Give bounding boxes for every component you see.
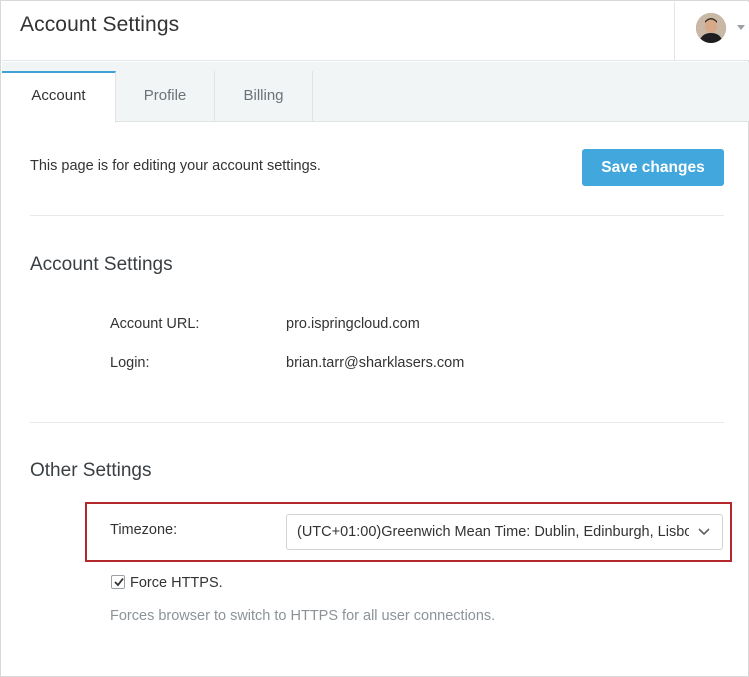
- login-label: Login:: [110, 355, 150, 371]
- login-value: brian.tarr@sharklasers.com: [286, 355, 465, 371]
- timezone-selected-value: (UTC+01:00)Greenwich Mean Time: Dublin, …: [297, 524, 689, 540]
- user-menu[interactable]: [674, 2, 749, 61]
- check-icon: [114, 577, 124, 587]
- timezone-label: Timezone:: [110, 522, 178, 538]
- force-https-label[interactable]: Force HTTPS.: [130, 575, 223, 591]
- avatar[interactable]: [696, 13, 726, 43]
- divider: [30, 215, 724, 216]
- timezone-select[interactable]: (UTC+01:00)Greenwich Mean Time: Dublin, …: [286, 514, 723, 550]
- account-url-value: pro.ispringcloud.com: [286, 316, 420, 332]
- tab-account[interactable]: Account: [2, 71, 116, 123]
- intro-text: This page is for editing your account se…: [30, 158, 321, 174]
- force-https-checkbox[interactable]: [111, 575, 125, 589]
- save-changes-button[interactable]: Save changes: [582, 149, 724, 186]
- tab-bar: Account Profile Billing: [2, 62, 749, 123]
- page-title: Account Settings: [20, 13, 180, 36]
- chevron-down-icon: [698, 528, 710, 536]
- account-url-label: Account URL:: [110, 316, 200, 332]
- force-https-help: Forces browser to switch to HTTPS for al…: [110, 608, 496, 624]
- tab-billing[interactable]: Billing: [215, 71, 313, 122]
- other-settings-heading: Other Settings: [30, 460, 152, 481]
- settings-window: Account Settings Account Profile Billing…: [0, 0, 749, 677]
- tab-profile[interactable]: Profile: [116, 71, 215, 122]
- header: Account Settings: [2, 2, 749, 61]
- account-settings-heading: Account Settings: [30, 254, 173, 275]
- caret-down-icon[interactable]: [737, 25, 745, 30]
- divider: [30, 422, 724, 423]
